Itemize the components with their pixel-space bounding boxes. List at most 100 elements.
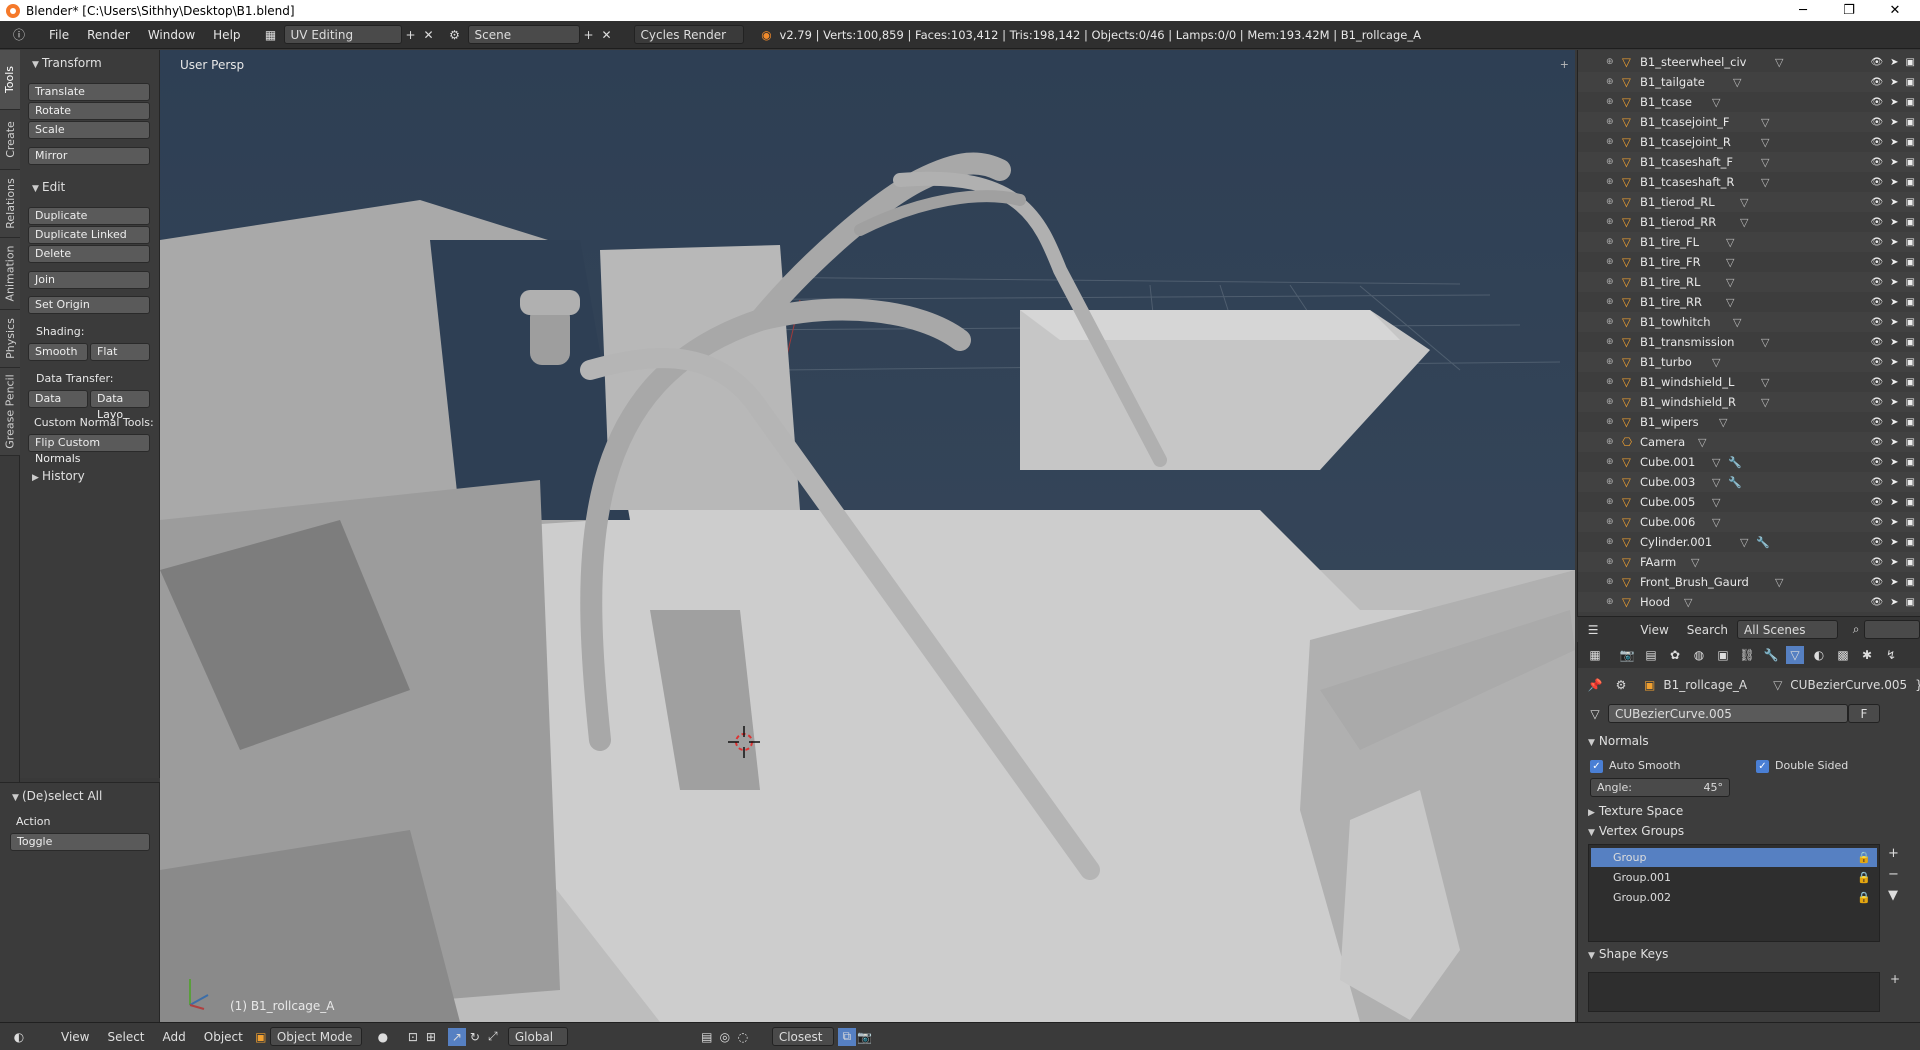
expand-icon[interactable]: ⊕ — [1606, 137, 1614, 147]
visibility-eye-icon[interactable]: 👁 — [1870, 217, 1883, 228]
transform-panel-header[interactable]: ▼ Transform — [20, 52, 102, 72]
particles-tab-icon[interactable]: ✱ — [1858, 646, 1876, 664]
add-vertex-group-icon[interactable]: + — [1888, 846, 1899, 861]
rotate-manipulator-icon[interactable]: ↻ — [466, 1028, 484, 1046]
render-icon[interactable]: 📷 — [856, 1028, 874, 1046]
flip-normals-button[interactable]: Flip Custom Normals — [28, 434, 150, 465]
tab-relations[interactable]: Relations — [0, 170, 20, 238]
outliner-row[interactable]: ▽ ⊕ B1_tierod_RR ▽ 👁 ➤ ▣ — [1578, 212, 1920, 232]
double-sided-checkbox[interactable]: ✓ Double Sided — [1756, 759, 1848, 773]
mesh-data-icon[interactable]: ▽ — [1761, 156, 1769, 169]
render-tab-icon[interactable]: 📷 — [1618, 646, 1636, 664]
visibility-eye-icon[interactable]: 👁 — [1870, 97, 1883, 108]
menu-window[interactable]: Window — [139, 28, 204, 42]
menu-render[interactable]: Render — [78, 28, 139, 42]
outliner-row[interactable]: ▽ ⊕ B1_steerwheel_civ ▽ 👁 ➤ ▣ — [1578, 52, 1920, 72]
expand-icon[interactable]: ⊕ — [1606, 597, 1614, 607]
render-camera-icon[interactable]: ▣ — [1906, 477, 1915, 488]
normals-header[interactable]: ▼ Normals — [1588, 734, 1649, 748]
add-shape-key-icon[interactable]: + — [1890, 972, 1900, 986]
set-origin-dropdown[interactable]: Set Origin — [28, 296, 150, 314]
viewport-shading-icon[interactable]: ● — [374, 1028, 392, 1046]
maximize-button[interactable]: ❐ — [1826, 0, 1872, 21]
visibility-eye-icon[interactable]: 👁 — [1870, 357, 1883, 368]
render-camera-icon[interactable]: ▣ — [1906, 537, 1915, 548]
render-camera-icon[interactable]: ▣ — [1906, 197, 1915, 208]
expand-icon[interactable]: ⊕ — [1606, 497, 1614, 507]
outliner-search-menu[interactable]: Search — [1678, 623, 1737, 637]
selectable-cursor-icon[interactable]: ➤ — [1890, 137, 1898, 148]
add-screen-icon[interactable]: + — [402, 26, 420, 44]
translate-manipulator-icon[interactable]: ↗ — [447, 1027, 466, 1046]
visibility-eye-icon[interactable]: 👁 — [1870, 237, 1883, 248]
mesh-data-icon[interactable]: ▽ — [1719, 416, 1727, 429]
visibility-eye-icon[interactable]: 👁 — [1870, 117, 1883, 128]
visibility-eye-icon[interactable]: 👁 — [1870, 337, 1883, 348]
expand-icon[interactable]: ⊕ — [1606, 197, 1614, 207]
outliner-row[interactable]: ▽ ⊕ B1_windshield_R ▽ 👁 ➤ ▣ — [1578, 392, 1920, 412]
mesh-data-icon[interactable]: ▽ — [1733, 316, 1741, 329]
world-tab-icon[interactable]: ◍ — [1690, 646, 1708, 664]
layer-icon[interactable]: ▤ — [698, 1028, 716, 1046]
visibility-eye-icon[interactable]: 👁 — [1870, 77, 1883, 88]
selectable-cursor-icon[interactable]: ➤ — [1890, 97, 1898, 108]
render-camera-icon[interactable]: ▣ — [1906, 137, 1915, 148]
angle-field[interactable]: Angle: 45° — [1590, 778, 1730, 797]
visibility-eye-icon[interactable]: 👁 — [1870, 577, 1883, 588]
datablock-name-field[interactable]: CUBezierCurve.005 — [1608, 704, 1848, 723]
texture-tab-icon[interactable]: ▩ — [1834, 646, 1852, 664]
render-camera-icon[interactable]: ▣ — [1906, 157, 1915, 168]
shape-keys-header[interactable]: ▼ Shape Keys — [1588, 947, 1668, 961]
visibility-eye-icon[interactable]: 👁 — [1870, 277, 1883, 288]
visibility-eye-icon[interactable]: 👁 — [1870, 597, 1883, 608]
render-camera-icon[interactable]: ▣ — [1906, 497, 1915, 508]
outliner-row[interactable]: ▽ ⊕ B1_tcasejoint_F ▽ 👁 ➤ ▣ — [1578, 112, 1920, 132]
expand-icon[interactable]: ⊕ — [1606, 117, 1614, 127]
tab-physics[interactable]: Physics — [0, 310, 20, 368]
mesh-data-icon[interactable]: ▽ — [1761, 336, 1769, 349]
render-camera-icon[interactable]: ▣ — [1906, 297, 1915, 308]
mesh-data-icon[interactable]: ▽ — [1712, 456, 1720, 469]
expand-icon[interactable]: ⊕ — [1606, 417, 1614, 427]
lock-icon[interactable]: 🔒 — [1857, 871, 1871, 884]
render-camera-icon[interactable]: ▣ — [1906, 337, 1915, 348]
remove-vertex-group-icon[interactable]: − — [1888, 867, 1899, 882]
outliner-row[interactable]: ▽ ⊕ Front_Brush_Gaurd ▽ 👁 ➤ ▣ — [1578, 572, 1920, 592]
lock-icon[interactable]: 🔒 — [1857, 851, 1871, 864]
data-tab-icon[interactable]: ▽ — [1786, 646, 1804, 664]
expand-icon[interactable]: ⊕ — [1606, 157, 1614, 167]
expand-icon[interactable]: ⊕ — [1606, 217, 1614, 227]
visibility-eye-icon[interactable]: 👁 — [1870, 377, 1883, 388]
render-camera-icon[interactable]: ▣ — [1906, 557, 1915, 568]
fake-user-button[interactable]: F — [1848, 704, 1880, 723]
smooth-button[interactable]: Smooth — [28, 343, 88, 361]
outliner-row[interactable]: ▽ ⊕ B1_tierod_RL ▽ 👁 ➤ ▣ — [1578, 192, 1920, 212]
menu-select[interactable]: Select — [98, 1030, 153, 1044]
visibility-eye-icon[interactable]: 👁 — [1870, 497, 1883, 508]
expand-icon[interactable]: ⊕ — [1606, 377, 1614, 387]
screen-layout-icon[interactable]: ▦ — [262, 26, 280, 44]
outliner-row[interactable]: ▽ ⊕ B1_tcaseshaft_R ▽ 👁 ➤ ▣ — [1578, 172, 1920, 192]
remove-screen-icon[interactable]: ✕ — [420, 26, 438, 44]
tab-grease-pencil[interactable]: Grease Pencil — [0, 368, 20, 456]
rotate-button[interactable]: Rotate — [28, 102, 150, 120]
mesh-data-icon[interactable]: ▽ — [1740, 196, 1748, 209]
action-dropdown[interactable]: Toggle — [10, 833, 150, 851]
mode-select[interactable]: Object Mode — [269, 1027, 362, 1046]
expand-icon[interactable]: ⊕ — [1606, 257, 1614, 267]
3d-viewport[interactable]: User Persp (1) B1_rollcage_A + — [160, 50, 1575, 1022]
physics-tab-icon[interactable]: ↯ — [1882, 646, 1900, 664]
selectable-cursor-icon[interactable]: ➤ — [1890, 57, 1898, 68]
render-camera-icon[interactable]: ▣ — [1906, 217, 1915, 228]
outliner-row[interactable]: ▽ ⊕ Cylinder.001 ▽ 🔧 👁 ➤ ▣ — [1578, 532, 1920, 552]
selectable-cursor-icon[interactable]: ➤ — [1890, 577, 1898, 588]
outliner-row[interactable]: ▽ ⊕ B1_transmission ▽ 👁 ➤ ▣ — [1578, 332, 1920, 352]
add-scene-icon[interactable]: + — [580, 26, 598, 44]
selectable-cursor-icon[interactable]: ➤ — [1890, 157, 1898, 168]
selectable-cursor-icon[interactable]: ➤ — [1890, 557, 1898, 568]
data-button[interactable]: Data — [28, 390, 88, 408]
expand-icon[interactable]: ⊕ — [1606, 317, 1614, 327]
mesh-data-icon[interactable]: ▽ — [1712, 476, 1720, 489]
orientation-select[interactable]: Global — [507, 1027, 568, 1046]
mirror-button[interactable]: Mirror — [28, 147, 150, 165]
